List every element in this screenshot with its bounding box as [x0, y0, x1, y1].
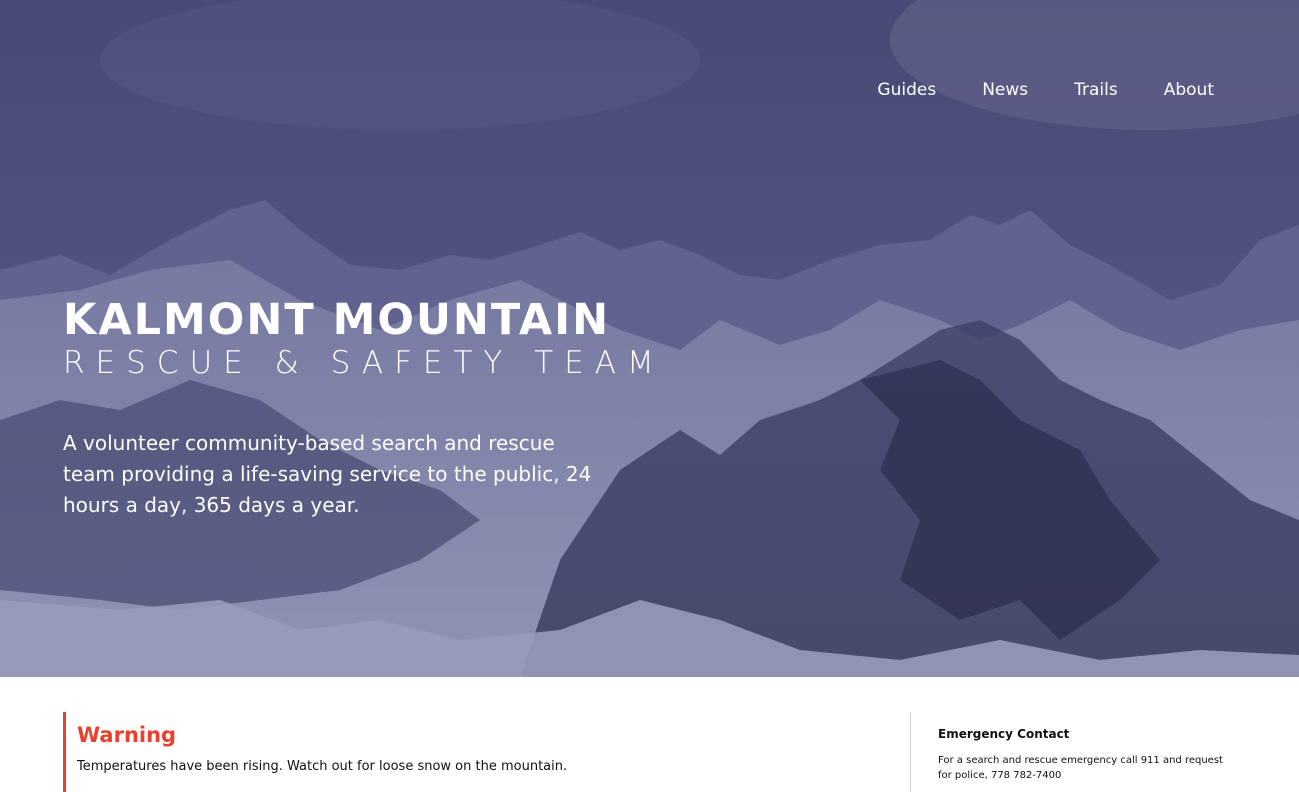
nav-item-guides[interactable]: Guides [877, 80, 936, 100]
warning-notice: Warning Temperatures have been rising. W… [63, 712, 567, 792]
nav-item-news[interactable]: News [982, 80, 1028, 100]
info-section: Warning Temperatures have been rising. W… [0, 677, 1299, 792]
emergency-contact-text: For a search and rescue emergency call 9… [938, 755, 1223, 781]
emergency-contact-title: Emergency Contact [938, 727, 1070, 741]
site-title-subtitle: RESCUE & SAFETY TEAM [63, 345, 665, 381]
site-title: KALMONT MOUNTAIN RESCUE & SAFETY TEAM [63, 296, 665, 382]
hero-banner: Guides News Trails About KALMONT MOUNTAI… [0, 0, 1299, 677]
nav-item-trails[interactable]: Trails [1074, 80, 1118, 100]
warning-title: Warning [77, 723, 177, 747]
emergency-contact: Emergency Contact For a search and rescu… [910, 712, 1258, 792]
nav-item-about[interactable]: About [1164, 80, 1214, 100]
hero-tagline: A volunteer community-based search and r… [63, 431, 592, 517]
main-navigation: Guides News Trails About [831, 80, 1214, 100]
warning-text: Temperatures have been rising. Watch out… [77, 759, 568, 774]
site-title-main: KALMONT MOUNTAIN [63, 295, 611, 345]
